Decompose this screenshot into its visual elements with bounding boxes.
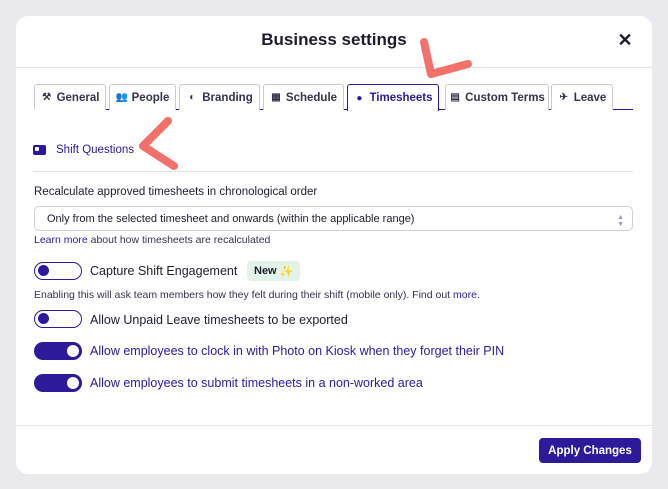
book-icon: ▤ [450, 92, 460, 103]
tab-custom-terms[interactable]: ▤ Custom Terms [445, 84, 549, 110]
learn-more-link[interactable]: Learn more [34, 234, 88, 246]
capture-shift-engagement-label: Capture Shift Engagement [90, 264, 238, 278]
plane-icon: ✈ [559, 92, 568, 103]
section-divider [33, 171, 633, 172]
tab-label: People [131, 91, 170, 104]
modal-title: Business settings [261, 30, 407, 49]
new-badge-label: New [254, 265, 277, 277]
recalculate-label: Recalculate approved timesheets in chron… [34, 186, 318, 198]
tab-label: Schedule [285, 91, 338, 104]
modal-header: Business settings ✕ [16, 16, 652, 68]
tab-leave[interactable]: ✈ Leave [551, 84, 613, 110]
sparkle-icon: ✨ [279, 265, 294, 278]
close-icon[interactable]: ✕ [614, 29, 636, 51]
tab-schedule[interactable]: ▦ Schedule [263, 84, 344, 110]
clock-icon: ● [356, 92, 363, 104]
toggle-knob [67, 345, 79, 357]
engagement-help-text: Enabling this will ask team members how … [34, 289, 480, 301]
tab-people[interactable]: 👥 People [109, 84, 176, 110]
kiosk-photo-clock-in-toggle[interactable] [34, 342, 82, 360]
tab-label: Leave [573, 91, 607, 104]
recalc-help-text: Learn more about how timesheets are reca… [34, 234, 270, 246]
tab-label: Timesheets [369, 92, 433, 104]
people-icon: 👥 [115, 92, 129, 103]
tab-general[interactable]: ⚒ General [34, 84, 106, 110]
toggle-knob [67, 377, 79, 389]
unpaid-leave-export-toggle[interactable] [34, 310, 82, 328]
tab-timesheets[interactable]: ● Timesheets [347, 84, 439, 111]
tab-branding[interactable]: ◐ Branding [179, 84, 260, 110]
recalculate-selected-value: Only from the selected timesheet and onw… [47, 212, 415, 225]
palette-icon: ◐ [189, 92, 196, 103]
non-worked-area-toggle[interactable] [34, 374, 82, 392]
learn-more-rest: about how timesheets are recalculated [87, 234, 271, 246]
tab-label: Custom Terms [465, 91, 545, 104]
engagement-help-body: Enabling this will ask team members how … [34, 289, 454, 301]
tab-bar: ⚒ General 👥 People ◐ Branding ▦ Schedule… [34, 84, 633, 111]
tab-label: Branding [202, 91, 253, 104]
chevron-down-icon: ▲ ▼ [617, 214, 624, 228]
toggle-knob [38, 313, 49, 324]
unpaid-leave-export-label: Allow Unpaid Leave timesheets to be expo… [90, 313, 348, 327]
toggle-knob [38, 265, 49, 276]
tools-icon: ⚒ [42, 92, 52, 103]
id-card-icon [33, 145, 46, 155]
business-settings-modal: Business settings ✕ ⚒ General 👥 People ◐… [16, 16, 652, 474]
calendar-icon: ▦ [271, 92, 281, 103]
footer-divider [16, 425, 652, 426]
tab-label: General [56, 91, 100, 104]
shift-questions-link[interactable]: Shift Questions [33, 144, 134, 156]
shift-questions-label: Shift Questions [56, 144, 134, 156]
non-worked-area-label: Allow employees to submit timesheets in … [90, 376, 423, 390]
recalculate-select[interactable]: Only from the selected timesheet and onw… [34, 206, 633, 231]
kiosk-photo-clock-in-label: Allow employees to clock in with Photo o… [90, 344, 505, 358]
new-badge: New ✨ [247, 261, 301, 281]
apply-changes-button[interactable]: Apply Changes [539, 438, 641, 463]
capture-shift-engagement-toggle[interactable] [34, 262, 82, 280]
find-out-more-link[interactable]: more. [453, 289, 480, 301]
